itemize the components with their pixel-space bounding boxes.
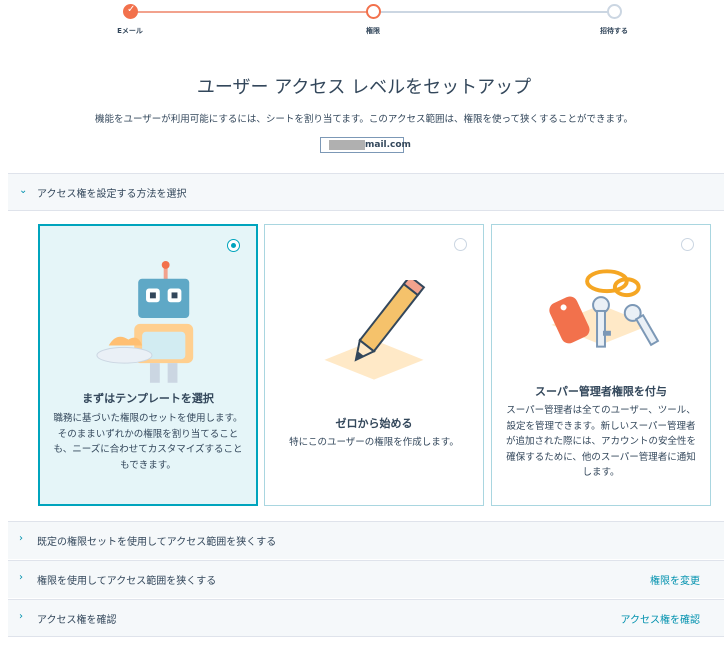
- section-narrow-with-permissions[interactable]: › 権限を使用してアクセス範囲を狭くする 権限を変更: [8, 560, 724, 598]
- step-label-email: Eメール: [117, 27, 143, 35]
- section-default-permission-sets[interactable]: › 既定の権限セットを使用してアクセス範囲を狭くする: [8, 521, 724, 559]
- section-label: 既定の権限セットを使用してアクセス範囲を狭くする: [37, 537, 277, 548]
- change-permissions-link[interactable]: 権限を変更: [650, 572, 700, 587]
- step-complete-icon: ✓: [123, 4, 138, 19]
- page-title: ユーザー アクセス レベルをセットアップ: [196, 77, 532, 98]
- step-pending-icon: [607, 4, 622, 19]
- step-current-icon: [366, 4, 381, 19]
- radio-from-scratch[interactable]: [454, 238, 467, 251]
- review-access-link[interactable]: アクセス権を確認: [621, 611, 701, 626]
- section-label: 権限を使用してアクセス範囲を狭くする: [37, 576, 217, 587]
- card-super-admin-title: スーパー管理者権限を付与: [535, 385, 667, 398]
- chevron-right-icon: ›: [19, 611, 23, 622]
- card-start-from-scratch[interactable]: ゼロから始める 特にこのユーザーの権限を作成します。: [264, 224, 484, 506]
- progress-stepper: ✓ Eメール 権限 招待する: [0, 0, 728, 40]
- robot-waiter-icon: [96, 261, 194, 383]
- keys-icon: [549, 269, 660, 348]
- chevron-down-icon: ⌄: [19, 185, 28, 196]
- card-choose-template[interactable]: まずはテンプレートを選択 職務に基づいた権限のセットを使用します。そのままいずれ…: [38, 224, 258, 506]
- card-scratch-title: ゼロから始める: [335, 417, 413, 430]
- chevron-right-icon: ›: [19, 572, 23, 583]
- access-method-section-label: アクセス権を設定する方法を選択: [37, 189, 187, 200]
- card-template-title: まずはテンプレートを選択: [82, 392, 214, 405]
- stepper-line-pending: [380, 11, 614, 13]
- step-label-permissions: 権限: [366, 27, 380, 35]
- section-label: アクセス権を確認: [37, 615, 117, 626]
- card-super-admin-description: スーパー管理者は全てのユーザー、ツール、設定を管理できます。新しいスーパー管理者…: [505, 405, 696, 478]
- stepper-line-complete: [131, 11, 374, 13]
- access-method-section-header[interactable]: ⌄ アクセス権を設定する方法を選択: [8, 173, 724, 211]
- pencil-icon: [324, 280, 426, 380]
- card-scratch-description: 特にこのユーザーの権限を作成します。: [289, 437, 459, 448]
- page-subtitle: 機能をユーザーが利用可能にするには、シートを割り当てます。このアクセス範囲は、権…: [94, 114, 634, 125]
- user-email-badge: mail.com: [320, 137, 411, 153]
- step-label-invite: 招待する: [600, 27, 628, 35]
- check-icon: ✓: [127, 4, 136, 15]
- section-review-access[interactable]: › アクセス権を確認 アクセス権を確認: [8, 599, 724, 637]
- chevron-right-icon: ›: [19, 533, 23, 544]
- card-template-description: 職務に基づいた権限のセットを使用します。そのままいずれかの権限を割り当てることも…: [53, 413, 243, 471]
- card-super-admin[interactable]: スーパー管理者権限を付与 スーパー管理者は全てのユーザー、ツール、設定を管理でき…: [491, 224, 711, 506]
- email-redaction: [329, 140, 365, 150]
- user-email: mail.com: [365, 140, 411, 150]
